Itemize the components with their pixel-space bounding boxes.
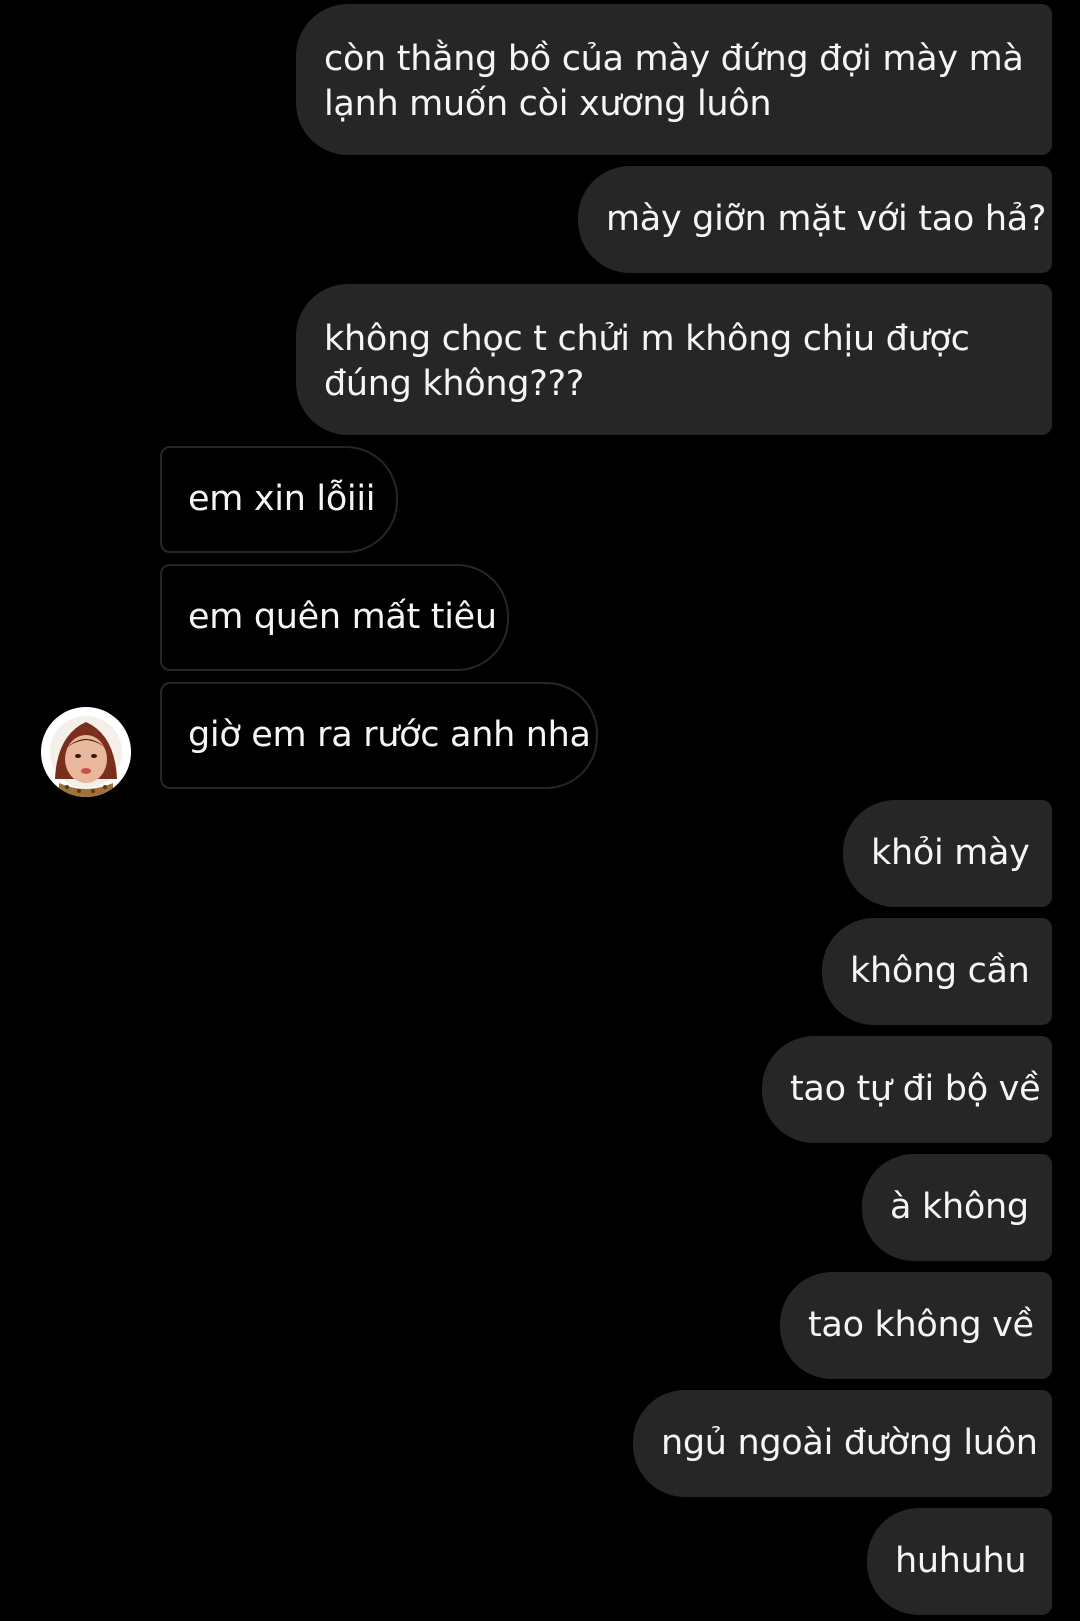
message-text: em xin lỗiii bbox=[188, 479, 376, 519]
message-text: tao tự đi bộ về bbox=[790, 1069, 1041, 1109]
message-bubble-received[interactable]: em xin lỗiii bbox=[160, 446, 398, 553]
message-text: không chọc t chửi m không chịu được bbox=[324, 318, 970, 359]
message-bubble-sent[interactable]: huhuhu bbox=[867, 1508, 1052, 1615]
message-bubble-received[interactable]: giờ em ra rước anh nha bbox=[160, 682, 598, 789]
message-bubble-sent[interactable]: tao không về bbox=[780, 1272, 1052, 1379]
message-text: ngủ ngoài đường luôn bbox=[661, 1423, 1038, 1463]
profile-photo-avatar-icon bbox=[41, 707, 131, 797]
message-text: còn thằng bồ của mày đứng đợi mày mà bbox=[324, 38, 1024, 79]
message-bubble-sent[interactable]: không cần bbox=[822, 918, 1052, 1025]
message-bubble-received[interactable]: em quên mất tiêu bbox=[160, 564, 509, 671]
message-bubble-sent[interactable]: khỏi mày bbox=[843, 800, 1052, 907]
sender-avatar[interactable] bbox=[41, 707, 131, 797]
message-text: tao không về bbox=[808, 1305, 1034, 1345]
message-text: giờ em ra rước anh nha bbox=[188, 715, 591, 755]
message-bubble-sent[interactable]: còn thằng bồ của mày đứng đợi mày mà lạn… bbox=[296, 4, 1052, 155]
message-text: lạnh muốn còi xương luôn bbox=[324, 83, 772, 124]
message-text: không cần bbox=[850, 951, 1030, 991]
message-text: à không bbox=[890, 1187, 1029, 1227]
message-text: em quên mất tiêu bbox=[188, 597, 497, 637]
message-text: đúng không??? bbox=[324, 363, 585, 404]
message-bubble-sent[interactable]: ngủ ngoài đường luôn bbox=[633, 1390, 1052, 1497]
message-bubble-sent[interactable]: mày giỡn mặt với tao hả? bbox=[578, 166, 1052, 273]
message-bubble-sent[interactable]: tao tự đi bộ về bbox=[762, 1036, 1052, 1143]
message-bubble-sent[interactable]: không chọc t chửi m không chịu được đúng… bbox=[296, 284, 1052, 435]
message-text: huhuhu bbox=[895, 1541, 1027, 1581]
message-bubble-sent[interactable]: à không bbox=[862, 1154, 1052, 1261]
message-text: mày giỡn mặt với tao hả? bbox=[606, 199, 1047, 239]
message-text: khỏi mày bbox=[871, 833, 1030, 873]
